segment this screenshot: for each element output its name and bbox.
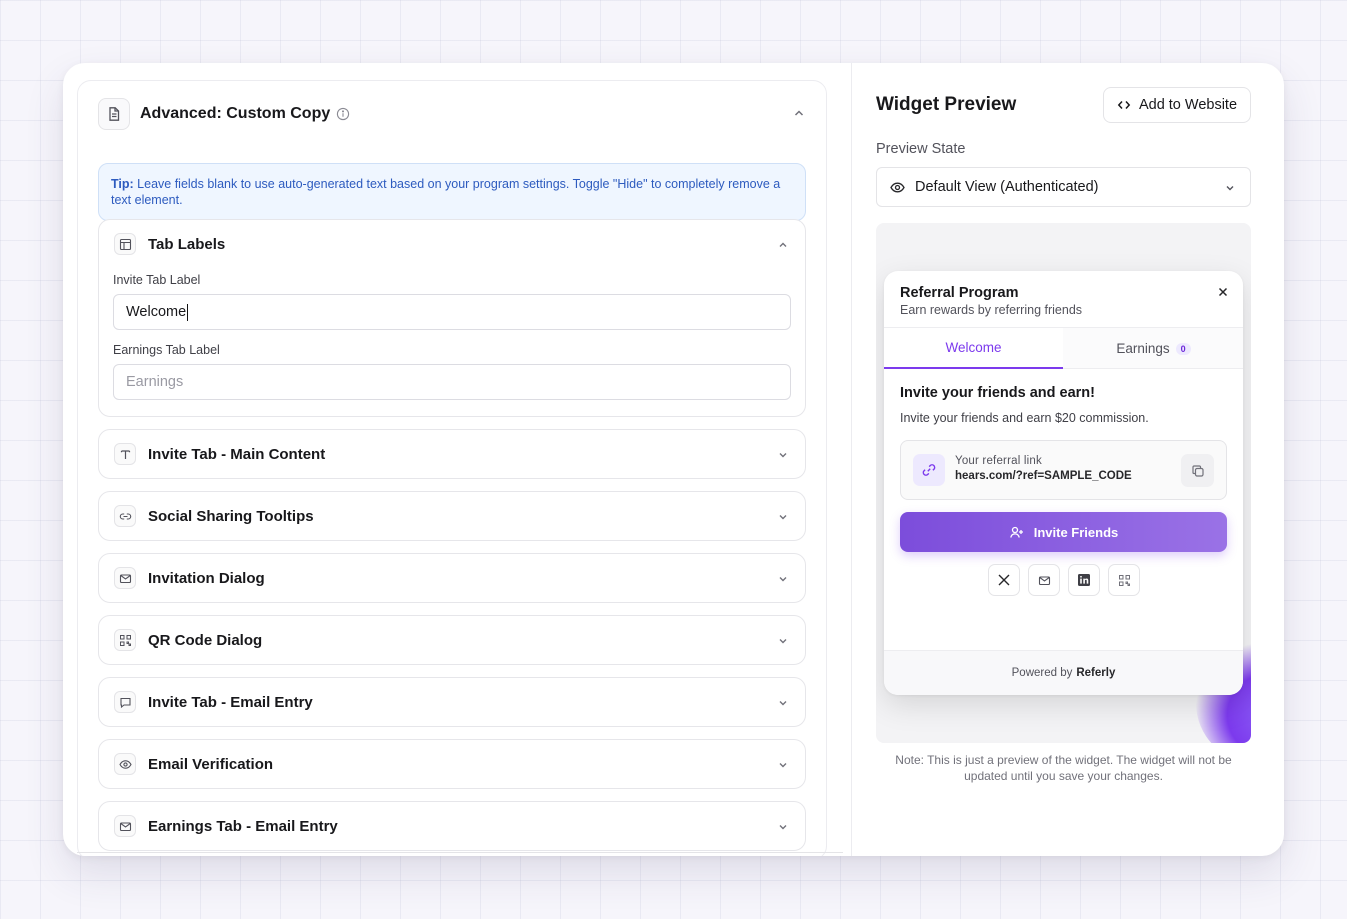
section-earnings-email-entry[interactable]: Earnings Tab - Email Entry	[98, 801, 806, 851]
chevron-down-icon[interactable]	[777, 634, 789, 652]
section-title: QR Code Dialog	[148, 631, 263, 649]
layout-icon	[114, 233, 136, 255]
qr-code-icon	[1118, 574, 1130, 586]
invite-friends-button[interactable]: Invite Friends	[900, 512, 1227, 552]
invite-tab-label: Invite Tab Label	[113, 273, 201, 287]
chevron-down-icon[interactable]	[777, 510, 789, 528]
widget-tabs: Welcome Earnings 0	[884, 327, 1243, 369]
referral-link-box: Your referral link hears.com/?ref=SAMPLE…	[900, 440, 1227, 500]
section-social-sharing-tooltips[interactable]: Social Sharing Tooltips	[98, 491, 806, 541]
close-icon[interactable]	[1217, 285, 1229, 303]
copy-button[interactable]	[1181, 454, 1214, 487]
powered-by-text: Powered by	[1011, 667, 1073, 679]
tip-text: Leave fields blank to use auto-generated…	[111, 177, 781, 207]
tab-labels-header[interactable]: Tab Labels	[99, 220, 805, 268]
chevron-down-icon[interactable]	[777, 758, 789, 776]
chevron-down-icon	[1224, 182, 1236, 198]
brand-name[interactable]: Referly	[1076, 667, 1115, 679]
mail-icon	[114, 567, 136, 589]
info-icon[interactable]	[336, 107, 350, 121]
editor-pane[interactable]: Advanced: Custom Copy Tip: Leave fields …	[63, 63, 852, 856]
tip-banner: Tip: Leave fields blank to use auto-gene…	[98, 163, 806, 221]
section-title: Email Verification	[148, 755, 274, 773]
chevron-up-icon[interactable]	[792, 106, 806, 125]
section-invite-main-content[interactable]: Invite Tab - Main Content	[98, 429, 806, 479]
panel-title: Advanced: Custom Copy	[140, 105, 331, 122]
mail-icon	[114, 815, 136, 837]
widget-description: Invite your friends and earn $20 commiss…	[900, 411, 1149, 425]
copy-icon	[1191, 464, 1204, 477]
tab-labels-section: Tab Labels Invite Tab Label Welcome Earn…	[98, 219, 806, 417]
tab-earnings[interactable]: Earnings 0	[1064, 328, 1243, 369]
earnings-tab-label: Earnings Tab Label	[113, 343, 220, 357]
tab-earnings-label: Earnings	[1116, 341, 1170, 356]
tip-prefix: Tip:	[111, 177, 134, 191]
invite-tab-value: Welcome	[126, 304, 187, 320]
section-qr-code-dialog[interactable]: QR Code Dialog	[98, 615, 806, 665]
chevron-down-icon[interactable]	[777, 448, 789, 466]
section-title: Invitation Dialog	[148, 569, 265, 587]
text-icon	[114, 443, 136, 465]
eye-icon	[114, 753, 136, 775]
code-icon	[1117, 100, 1131, 110]
widget-heading: Invite your friends and earn!	[900, 385, 1095, 401]
tab-welcome[interactable]: Welcome	[884, 328, 1063, 369]
widget-footer: Powered by Referly	[884, 650, 1243, 695]
widget-title: Referral Program	[900, 285, 1019, 301]
share-qr-button[interactable]	[1108, 564, 1140, 596]
main-card: Advanced: Custom Copy Tip: Leave fields …	[63, 63, 1284, 856]
preview-note: Note: This is just a preview of the widg…	[895, 753, 1232, 783]
qr-code-icon	[114, 629, 136, 651]
share-linkedin-button[interactable]	[1068, 564, 1100, 596]
referral-link-url: hears.com/?ref=SAMPLE_CODE	[955, 470, 1132, 482]
linkedin-icon	[1078, 574, 1090, 586]
section-title: Earnings Tab - Email Entry	[148, 817, 338, 835]
mail-icon	[1038, 575, 1050, 585]
text-caret	[187, 303, 189, 321]
section-title: Invite Tab - Email Entry	[148, 693, 313, 711]
share-x-button[interactable]	[988, 564, 1020, 596]
share-buttons	[988, 564, 1148, 596]
earnings-tab-input[interactable]: Earnings	[113, 364, 791, 400]
preview-canvas: Referral Program Earn rewards by referri…	[876, 223, 1251, 743]
divider	[77, 852, 843, 853]
widget-subtitle: Earn rewards by referring friends	[900, 303, 1083, 317]
eye-icon	[890, 180, 905, 195]
preview-state-value: Default View (Authenticated)	[915, 179, 1099, 195]
section-email-verification[interactable]: Email Verification	[98, 739, 806, 789]
section-title: Social Sharing Tooltips	[148, 507, 314, 525]
custom-copy-header[interactable]: Advanced: Custom Copy	[98, 97, 806, 131]
chevron-down-icon[interactable]	[777, 696, 789, 714]
section-title: Invite Tab - Main Content	[148, 445, 326, 463]
preview-state-select[interactable]: Default View (Authenticated)	[876, 167, 1251, 207]
earnings-tab-placeholder: Earnings	[126, 374, 184, 390]
preview-state-label: Preview State	[876, 141, 966, 157]
custom-copy-panel: Advanced: Custom Copy Tip: Leave fields …	[77, 80, 827, 856]
invite-friends-label: Invite Friends	[1033, 524, 1119, 540]
chevron-up-icon[interactable]	[777, 238, 789, 256]
link-icon	[114, 505, 136, 527]
tab-welcome-label: Welcome	[945, 340, 1002, 355]
section-invite-email-entry[interactable]: Invite Tab - Email Entry	[98, 677, 806, 727]
referral-widget: Referral Program Earn rewards by referri…	[884, 271, 1243, 695]
user-plus-icon	[1009, 526, 1023, 538]
share-email-button[interactable]	[1028, 564, 1060, 596]
link-icon	[913, 454, 945, 486]
chevron-down-icon[interactable]	[777, 820, 789, 838]
earnings-count-badge: 0	[1175, 342, 1191, 355]
chevron-down-icon[interactable]	[777, 572, 789, 590]
add-to-website-button[interactable]: Add to Website	[1103, 87, 1251, 123]
x-logo-icon	[998, 574, 1010, 586]
add-to-website-label: Add to Website	[1138, 97, 1238, 113]
invite-tab-input[interactable]: Welcome	[113, 294, 791, 330]
widget-preview-title: Widget Preview	[876, 94, 1017, 115]
referral-link-label: Your referral link	[955, 455, 1042, 467]
preview-pane: Widget Preview Add to Website Preview St…	[852, 63, 1284, 856]
section-invitation-dialog[interactable]: Invitation Dialog	[98, 553, 806, 603]
tab-labels-title: Tab Labels	[148, 235, 226, 253]
document-icon	[98, 98, 130, 130]
message-icon	[114, 691, 136, 713]
